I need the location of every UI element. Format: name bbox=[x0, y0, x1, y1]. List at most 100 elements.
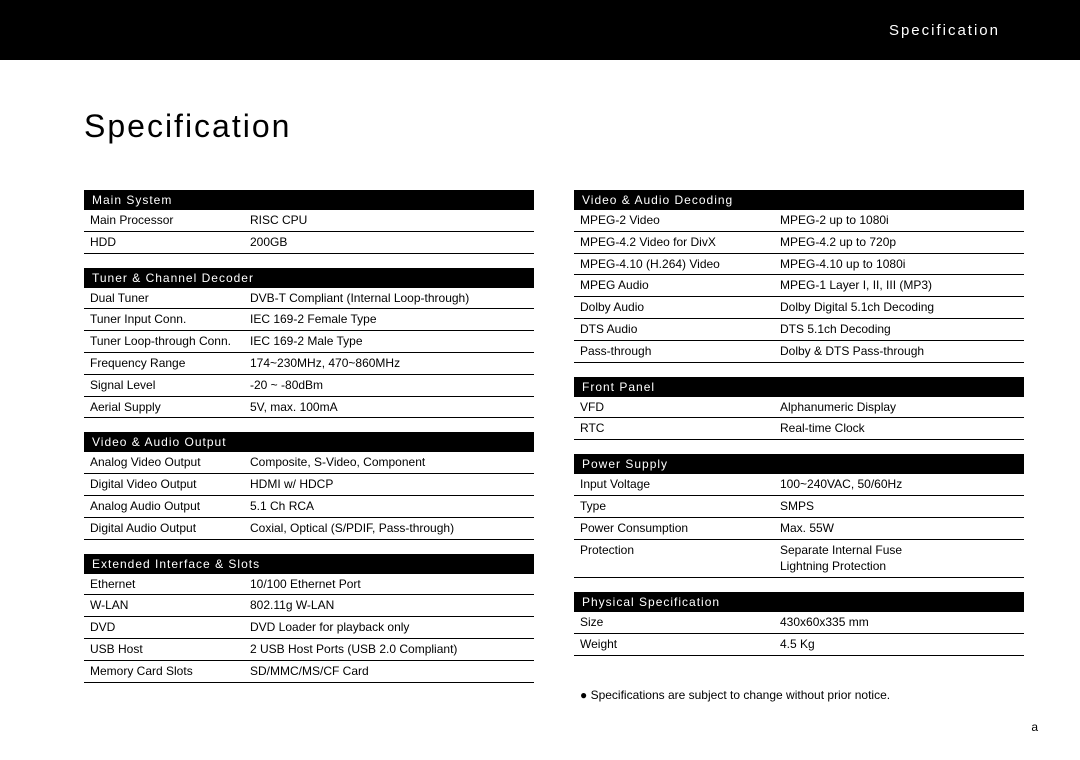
spec-row: MPEG-4.10 (H.264) VideoMPEG-4.10 up to 1… bbox=[574, 254, 1024, 276]
spec-value: SMPS bbox=[780, 498, 1024, 515]
page-corner: a bbox=[1031, 720, 1038, 734]
spec-label: Tuner Input Conn. bbox=[90, 311, 250, 328]
spec-label: Ethernet bbox=[90, 576, 250, 593]
spec-value: 100~240VAC, 50/60Hz bbox=[780, 476, 1024, 493]
spec-row: Memory Card SlotsSD/MMC/MS/CF Card bbox=[84, 661, 534, 683]
spec-row: Signal Level-20 ~ -80dBm bbox=[84, 375, 534, 397]
spec-row: MPEG-2 VideoMPEG-2 up to 1080i bbox=[574, 210, 1024, 232]
section-header: Front Panel bbox=[574, 377, 1024, 397]
spec-row: Input Voltage100~240VAC, 50/60Hz bbox=[574, 474, 1024, 496]
spec-value: IEC 169-2 Female Type bbox=[250, 311, 534, 328]
spec-row: Frequency Range174~230MHz, 470~860MHz bbox=[84, 353, 534, 375]
spec-row: Weight4.5 Kg bbox=[574, 634, 1024, 656]
spec-value: 174~230MHz, 470~860MHz bbox=[250, 355, 534, 372]
spec-label: DVD bbox=[90, 619, 250, 636]
spec-value: Real-time Clock bbox=[780, 420, 1024, 437]
spec-label: Aerial Supply bbox=[90, 399, 250, 416]
spec-label: Weight bbox=[580, 636, 780, 653]
spec-value: 200GB bbox=[250, 234, 534, 251]
spec-row: Digital Video OutputHDMI w/ HDCP bbox=[84, 474, 534, 496]
spec-row: HDD200GB bbox=[84, 232, 534, 254]
spec-value: Alphanumeric Display bbox=[780, 399, 1024, 416]
spec-value: 802.11g W-LAN bbox=[250, 597, 534, 614]
spec-label: MPEG-4.2 Video for DivX bbox=[580, 234, 780, 251]
header-title: Specification bbox=[889, 22, 1000, 39]
spec-value: 4.5 Kg bbox=[780, 636, 1024, 653]
spec-row: ProtectionSeparate Internal Fuse Lightni… bbox=[574, 540, 1024, 579]
spec-row: Analog Audio Output5.1 Ch RCA bbox=[84, 496, 534, 518]
section-header: Tuner & Channel Decoder bbox=[84, 268, 534, 288]
spec-row: TypeSMPS bbox=[574, 496, 1024, 518]
spec-row: Pass-throughDolby & DTS Pass-through bbox=[574, 341, 1024, 363]
page-title: Specification bbox=[84, 108, 291, 145]
spec-row: USB Host2 USB Host Ports (USB 2.0 Compli… bbox=[84, 639, 534, 661]
spec-row: Main ProcessorRISC CPU bbox=[84, 210, 534, 232]
spec-value: Dolby & DTS Pass-through bbox=[780, 343, 1024, 360]
spec-row: VFDAlphanumeric Display bbox=[574, 397, 1024, 419]
spec-value: HDMI w/ HDCP bbox=[250, 476, 534, 493]
spec-label: MPEG-4.10 (H.264) Video bbox=[580, 256, 780, 273]
spec-row: W-LAN802.11g W-LAN bbox=[84, 595, 534, 617]
spec-label: Digital Video Output bbox=[90, 476, 250, 493]
spec-row: Power ConsumptionMax. 55W bbox=[574, 518, 1024, 540]
spec-label: Frequency Range bbox=[90, 355, 250, 372]
spec-value: 2 USB Host Ports (USB 2.0 Compliant) bbox=[250, 641, 534, 658]
spec-label: Tuner Loop-through Conn. bbox=[90, 333, 250, 350]
spec-value: -20 ~ -80dBm bbox=[250, 377, 534, 394]
spec-label: Memory Card Slots bbox=[90, 663, 250, 680]
spec-label: Type bbox=[580, 498, 780, 515]
spec-label: MPEG Audio bbox=[580, 277, 780, 294]
spec-label: Size bbox=[580, 614, 780, 631]
spec-value: MPEG-1 Layer I, II, III (MP3) bbox=[780, 277, 1024, 294]
spec-label: Digital Audio Output bbox=[90, 520, 250, 537]
spec-row: Ethernet10/100 Ethernet Port bbox=[84, 574, 534, 596]
spec-label: Power Consumption bbox=[580, 520, 780, 537]
spec-label: Analog Audio Output bbox=[90, 498, 250, 515]
header-bar: Specification bbox=[0, 0, 1080, 60]
spec-row: DVDDVD Loader for playback only bbox=[84, 617, 534, 639]
spec-value: DVD Loader for playback only bbox=[250, 619, 534, 636]
section-header: Video & Audio Output bbox=[84, 432, 534, 452]
spec-label: RTC bbox=[580, 420, 780, 437]
spec-label: W-LAN bbox=[90, 597, 250, 614]
spec-value: SD/MMC/MS/CF Card bbox=[250, 663, 534, 680]
spec-value: 5.1 Ch RCA bbox=[250, 498, 534, 515]
spec-label: Signal Level bbox=[90, 377, 250, 394]
spec-value: Separate Internal Fuse Lightning Protect… bbox=[780, 542, 1024, 576]
spec-row: Digital Audio OutputCoxial, Optical (S/P… bbox=[84, 518, 534, 540]
spec-row: MPEG AudioMPEG-1 Layer I, II, III (MP3) bbox=[574, 275, 1024, 297]
spec-row: Analog Video OutputComposite, S-Video, C… bbox=[84, 452, 534, 474]
spec-label: MPEG-2 Video bbox=[580, 212, 780, 229]
spec-label: Pass-through bbox=[580, 343, 780, 360]
spec-value: RISC CPU bbox=[250, 212, 534, 229]
spec-value: DTS 5.1ch Decoding bbox=[780, 321, 1024, 338]
spec-value: Coxial, Optical (S/PDIF, Pass-through) bbox=[250, 520, 534, 537]
left-column: Main SystemMain ProcessorRISC CPUHDD200G… bbox=[84, 190, 534, 702]
spec-columns: Main SystemMain ProcessorRISC CPUHDD200G… bbox=[84, 190, 1040, 702]
spec-value: IEC 169-2 Male Type bbox=[250, 333, 534, 350]
spec-row: Size430x60x335 mm bbox=[574, 612, 1024, 634]
spec-label: Input Voltage bbox=[580, 476, 780, 493]
spec-value: 5V, max. 100mA bbox=[250, 399, 534, 416]
section-header: Extended Interface & Slots bbox=[84, 554, 534, 574]
spec-row: Dolby AudioDolby Digital 5.1ch Decoding bbox=[574, 297, 1024, 319]
spec-label: DTS Audio bbox=[580, 321, 780, 338]
spec-label: Protection bbox=[580, 542, 780, 576]
spec-value: Max. 55W bbox=[780, 520, 1024, 537]
spec-value: MPEG-4.2 up to 720p bbox=[780, 234, 1024, 251]
spec-label: Dolby Audio bbox=[580, 299, 780, 316]
section-header: Power Supply bbox=[574, 454, 1024, 474]
section-header: Main System bbox=[84, 190, 534, 210]
spec-row: DTS AudioDTS 5.1ch Decoding bbox=[574, 319, 1024, 341]
spec-row: MPEG-4.2 Video for DivXMPEG-4.2 up to 72… bbox=[574, 232, 1024, 254]
spec-label: Main Processor bbox=[90, 212, 250, 229]
spec-value: DVB-T Compliant (Internal Loop-through) bbox=[250, 290, 534, 307]
spec-value: 10/100 Ethernet Port bbox=[250, 576, 534, 593]
section-header: Physical Specification bbox=[574, 592, 1024, 612]
spec-row: Tuner Loop-through Conn.IEC 169-2 Male T… bbox=[84, 331, 534, 353]
right-column: Video & Audio DecodingMPEG-2 VideoMPEG-2… bbox=[574, 190, 1024, 702]
spec-label: HDD bbox=[90, 234, 250, 251]
spec-value: Composite, S-Video, Component bbox=[250, 454, 534, 471]
section-header: Video & Audio Decoding bbox=[574, 190, 1024, 210]
spec-row: Dual TunerDVB-T Compliant (Internal Loop… bbox=[84, 288, 534, 310]
